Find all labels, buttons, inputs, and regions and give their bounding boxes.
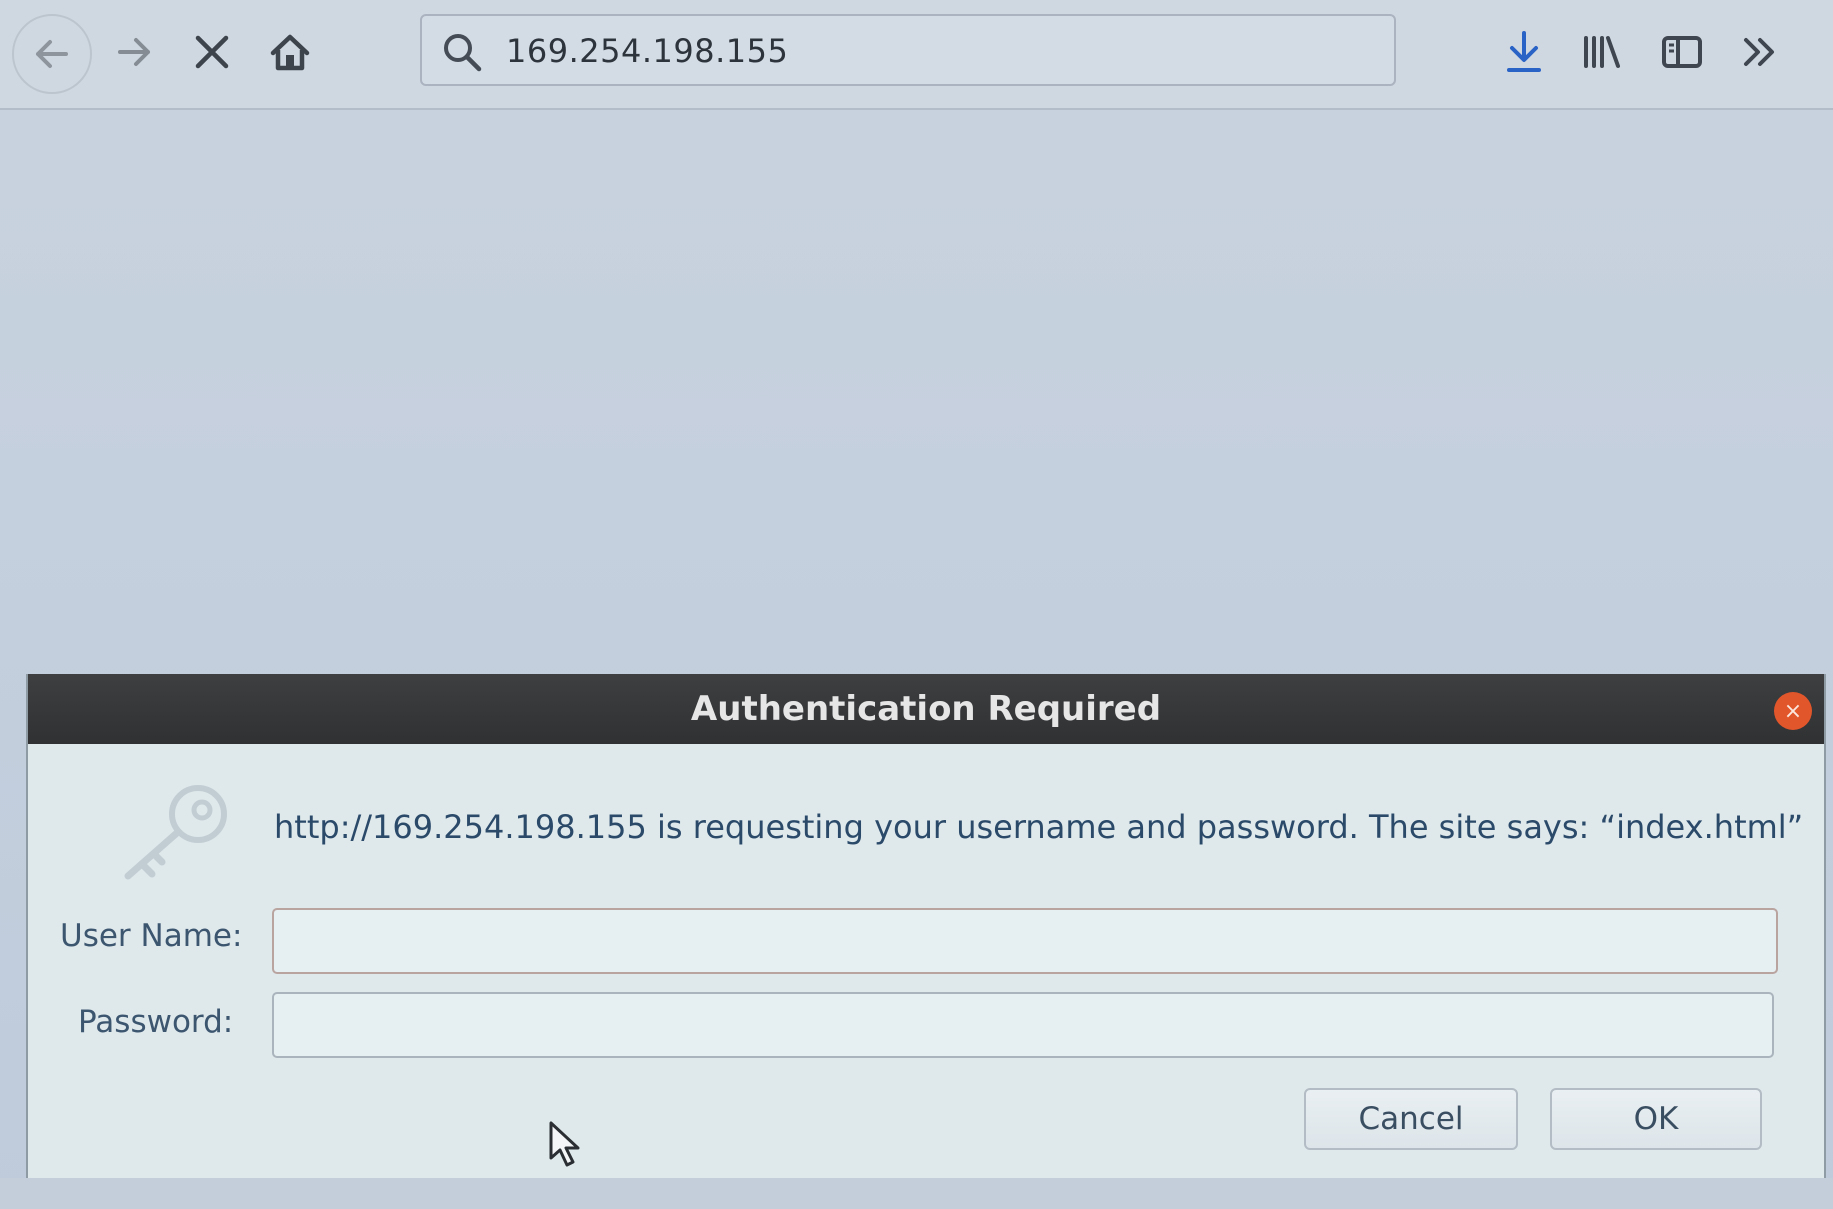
dialog-title: Authentication Required xyxy=(690,689,1162,729)
cancel-button[interactable]: Cancel xyxy=(1304,1088,1518,1150)
close-x-icon xyxy=(195,35,229,69)
page-bottom-area xyxy=(0,1178,1833,1209)
password-label: Password: xyxy=(78,1004,234,1040)
stop-button[interactable] xyxy=(174,14,250,90)
username-field[interactable] xyxy=(272,908,1778,974)
auth-dialog: Authentication Required × http://169.254… xyxy=(26,674,1826,1178)
sidebar-icon xyxy=(1662,36,1702,68)
library-button[interactable] xyxy=(1572,22,1632,82)
overflow-button[interactable] xyxy=(1730,22,1790,82)
auth-message: http://169.254.198.155 is requesting you… xyxy=(274,808,1804,846)
back-button[interactable] xyxy=(12,14,92,94)
password-field[interactable] xyxy=(272,992,1774,1058)
library-icon xyxy=(1584,36,1620,68)
double-chevron-icon xyxy=(1744,38,1774,66)
dialog-close-button[interactable]: × xyxy=(1774,692,1812,730)
url-bar[interactable]: 169.254.198.155 xyxy=(420,14,1396,86)
arrow-right-icon xyxy=(118,38,150,66)
arrow-left-icon xyxy=(36,40,68,68)
screen: 169.254.198.155 Authentication Required … xyxy=(0,0,1833,1209)
url-text: 169.254.198.155 xyxy=(506,32,789,70)
ok-button[interactable]: OK xyxy=(1550,1088,1762,1150)
mouse-pointer-icon xyxy=(548,1120,582,1172)
home-icon xyxy=(270,34,310,71)
sidebar-button[interactable] xyxy=(1652,22,1712,82)
dialog-titlebar[interactable]: Authentication Required × xyxy=(28,674,1824,744)
key-icon xyxy=(98,774,238,888)
home-button[interactable] xyxy=(252,14,328,90)
browser-toolbar: 169.254.198.155 xyxy=(0,0,1833,110)
search-icon xyxy=(440,30,484,78)
username-label: User Name: xyxy=(60,918,243,954)
download-icon xyxy=(1507,31,1541,72)
forward-button[interactable] xyxy=(96,14,172,90)
downloads-button[interactable] xyxy=(1494,22,1554,82)
